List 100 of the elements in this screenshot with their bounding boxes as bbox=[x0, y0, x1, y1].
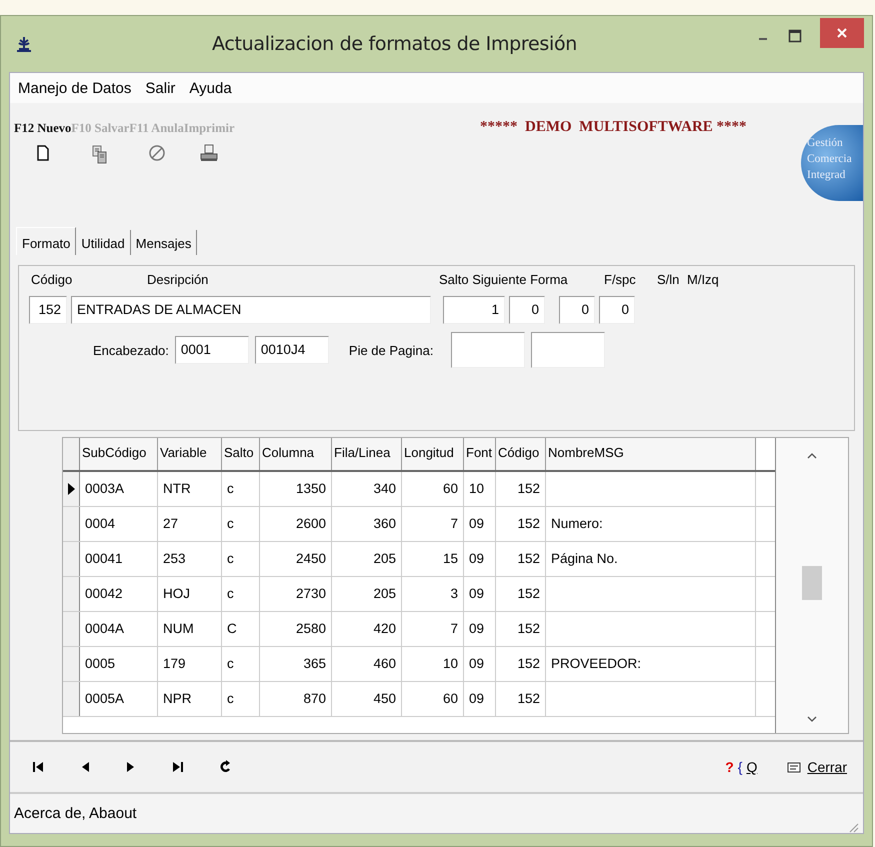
table-cell: NTR bbox=[158, 472, 222, 506]
table-cell: 60 bbox=[402, 682, 464, 716]
column-header[interactable]: Código bbox=[496, 438, 546, 470]
window-form-icon bbox=[787, 760, 804, 774]
menu-item[interactable]: Manejo de Datos bbox=[18, 80, 132, 96]
scrollbar-thumb[interactable] bbox=[802, 566, 822, 600]
maximize-icon[interactable] bbox=[788, 29, 802, 43]
table-cell: 253 bbox=[158, 542, 222, 576]
field-label: Salto Siguiente Forma bbox=[439, 272, 568, 287]
table-cell: HOJ bbox=[158, 577, 222, 611]
close-icon bbox=[836, 27, 848, 39]
window-title: Actualizacion de formatos de Impresión bbox=[210, 33, 578, 55]
menu-item[interactable]: Salir bbox=[145, 80, 176, 96]
table-cell: 0005 bbox=[80, 647, 158, 681]
input-field[interactable]: 0 bbox=[509, 296, 545, 324]
table-cell: 09 bbox=[464, 647, 496, 681]
table-cell: Numero: bbox=[546, 507, 756, 541]
table-cell: 360 bbox=[332, 507, 402, 541]
table-cell: 09 bbox=[464, 542, 496, 576]
table-cell: 00041 bbox=[80, 542, 158, 576]
table-cell: C bbox=[222, 612, 260, 646]
table-cell: 205 bbox=[332, 577, 402, 611]
tab[interactable]: Formato bbox=[16, 227, 76, 255]
row-selector[interactable] bbox=[63, 472, 80, 506]
table-cell: 09 bbox=[464, 612, 496, 646]
column-header[interactable]: Font bbox=[464, 438, 496, 470]
table-cell: 450 bbox=[332, 682, 402, 716]
previous-record-icon[interactable] bbox=[80, 761, 90, 773]
table-cell: 152 bbox=[496, 542, 546, 576]
table-cell: 365 bbox=[260, 647, 332, 681]
logo: Gestión Comercia Integrad bbox=[801, 125, 863, 201]
column-header[interactable]: NombreMSG bbox=[546, 438, 756, 470]
input-field[interactable]: 1 bbox=[443, 296, 505, 324]
table-cell: 09 bbox=[464, 682, 496, 716]
app-icon bbox=[15, 35, 33, 53]
table-cell: NUM bbox=[158, 612, 222, 646]
prohibited-icon[interactable] bbox=[148, 144, 166, 162]
tab[interactable]: Mensajes bbox=[130, 230, 198, 255]
input-field[interactable]: 0 bbox=[599, 296, 635, 324]
input-field[interactable] bbox=[451, 332, 526, 368]
table-cell: 0003A bbox=[80, 472, 158, 506]
field-label: M/Izq bbox=[687, 272, 719, 287]
grid-corner bbox=[63, 438, 80, 470]
input-field[interactable]: 0 bbox=[559, 296, 595, 324]
input-field[interactable]: 0001 bbox=[174, 336, 249, 364]
first-record-icon[interactable] bbox=[32, 761, 44, 773]
tab[interactable]: Utilidad bbox=[76, 230, 131, 255]
printer-icon[interactable] bbox=[199, 144, 220, 162]
table-cell: 152 bbox=[496, 472, 546, 506]
table-cell: 60 bbox=[402, 472, 464, 506]
input-field[interactable] bbox=[531, 332, 606, 368]
table-cell: 10 bbox=[464, 472, 496, 506]
input-field[interactable]: ENTRADAS DE ALMACEN bbox=[71, 296, 431, 324]
table-cell: 152 bbox=[496, 577, 546, 611]
table-cell: c bbox=[222, 682, 260, 716]
column-header[interactable]: Salto bbox=[222, 438, 260, 470]
menu-item[interactable]: Ayuda bbox=[189, 80, 232, 96]
last-record-icon[interactable] bbox=[172, 761, 184, 773]
table-cell: 1350 bbox=[260, 472, 332, 506]
status-text: Acerca de, Abaout bbox=[14, 805, 137, 822]
table-cell: 2600 bbox=[260, 507, 332, 541]
close-form-button[interactable]: Cerrar bbox=[785, 757, 849, 777]
table-cell: 3 bbox=[402, 577, 464, 611]
column-header[interactable]: Variable bbox=[158, 438, 222, 470]
table-cell: 0005A bbox=[80, 682, 158, 716]
column-header[interactable]: Fila/Linea bbox=[332, 438, 402, 470]
refresh-icon[interactable] bbox=[220, 760, 232, 774]
table-cell: 2730 bbox=[260, 577, 332, 611]
table-cell: c bbox=[222, 507, 260, 541]
table-cell: c bbox=[222, 647, 260, 681]
field-label: S/ln bbox=[657, 272, 680, 287]
document-icon[interactable] bbox=[34, 144, 51, 162]
scroll-down-icon[interactable] bbox=[807, 715, 817, 723]
next-record-icon[interactable] bbox=[126, 761, 136, 773]
table-cell: 152 bbox=[496, 507, 546, 541]
field-label: Desripción bbox=[147, 272, 208, 287]
column-header[interactable]: Longitud bbox=[402, 438, 464, 470]
resize-grip-icon[interactable] bbox=[847, 821, 859, 833]
copy-icon[interactable] bbox=[91, 144, 110, 164]
current-row-icon bbox=[68, 483, 74, 495]
field-label: Encabezado: bbox=[93, 342, 169, 358]
scroll-up-icon[interactable] bbox=[807, 452, 817, 460]
column-header[interactable]: Columna bbox=[260, 438, 332, 470]
help-button[interactable]: ? { Q bbox=[723, 757, 760, 777]
table-cell: 15 bbox=[402, 542, 464, 576]
table-cell: 09 bbox=[464, 507, 496, 541]
table-cell: 420 bbox=[332, 612, 402, 646]
table-cell: 340 bbox=[332, 472, 402, 506]
table-cell: 27 bbox=[158, 507, 222, 541]
column-header[interactable]: SubCódigo bbox=[80, 438, 158, 470]
table-cell: 2580 bbox=[260, 612, 332, 646]
table-cell: 7 bbox=[402, 612, 464, 646]
close-button[interactable] bbox=[820, 18, 864, 48]
table-cell: 179 bbox=[158, 647, 222, 681]
toolbar-button[interactable]: F12 Nuevo bbox=[14, 121, 72, 136]
table-cell: PROVEEDOR: bbox=[546, 647, 756, 681]
input-field[interactable]: 152 bbox=[29, 296, 67, 324]
table-cell: 09 bbox=[464, 577, 496, 611]
input-field[interactable]: 0010J4 bbox=[254, 336, 329, 364]
table-cell: c bbox=[222, 472, 260, 506]
